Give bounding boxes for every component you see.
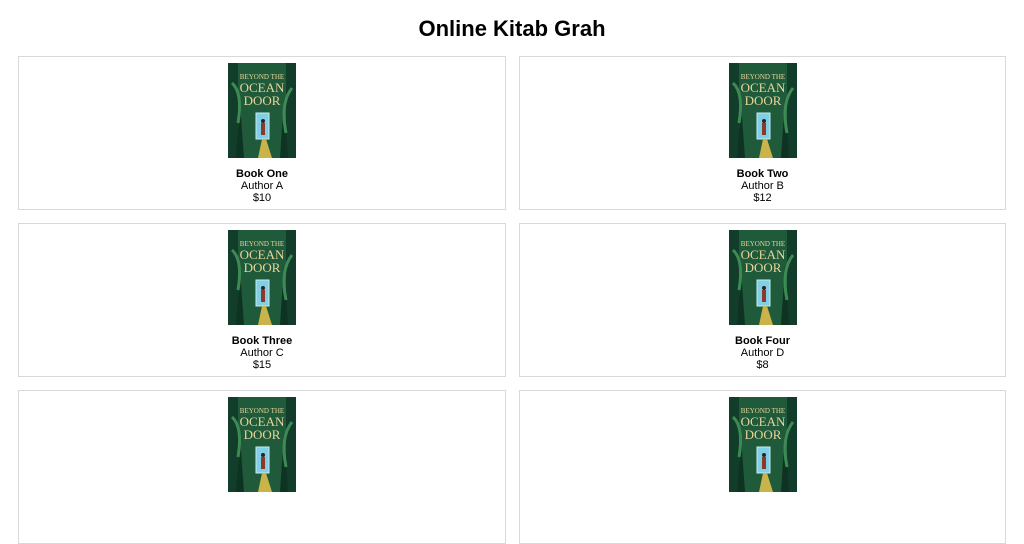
book-author: Author B (741, 180, 784, 192)
book-price: $12 (753, 192, 772, 204)
book-card[interactable]: BEYOND THE OCEAN DOOR (519, 390, 1006, 544)
page-title: Online Kitab Grah (418, 16, 606, 41)
cover-title-line3: DOOR (744, 427, 781, 442)
book-cover-image: BEYOND THE OCEAN DOOR (728, 63, 797, 158)
book-cover-image: BEYOND THE OCEAN DOOR (228, 230, 296, 325)
book-cover-image: BEYOND THE OCEAN DOOR (228, 63, 296, 158)
book-grid: BEYOND THE OCEAN DOOR Book One Author A … (18, 56, 1006, 544)
cover-title-line3: DOOR (244, 427, 281, 442)
book-card[interactable]: BEYOND THE OCEAN DOOR (18, 390, 506, 544)
book-title: Book Four (735, 335, 790, 347)
book-title: Book One (236, 168, 288, 180)
book-author: Author D (740, 347, 785, 359)
book-card[interactable]: BEYOND THE OCEAN DOOR Book Four Author D… (519, 223, 1006, 377)
cover-title-line3: DOOR (244, 93, 281, 108)
book-cover-image: BEYOND THE OCEAN DOOR (228, 397, 296, 492)
cover-title-line3: DOOR (744, 93, 781, 108)
book-author: Author A (240, 180, 284, 192)
book-price: $8 (756, 359, 769, 371)
book-price: $10 (252, 192, 272, 204)
book-price: $15 (252, 359, 272, 371)
cover-title-line3: DOOR (244, 260, 281, 275)
book-card[interactable]: BEYOND THE OCEAN DOOR Book Three Author … (18, 223, 506, 377)
book-title: Book Two (736, 168, 789, 180)
book-cover-image: BEYOND THE OCEAN DOOR (728, 397, 797, 492)
book-cover-image: BEYOND THE OCEAN DOOR (728, 230, 797, 325)
book-title: Book Three (231, 335, 293, 347)
book-card[interactable]: BEYOND THE OCEAN DOOR Book One Author A … (18, 56, 506, 210)
book-card[interactable]: BEYOND THE OCEAN DOOR Book Two Author B … (519, 56, 1006, 210)
book-author: Author C (240, 347, 284, 359)
cover-title-line3: DOOR (744, 260, 781, 275)
